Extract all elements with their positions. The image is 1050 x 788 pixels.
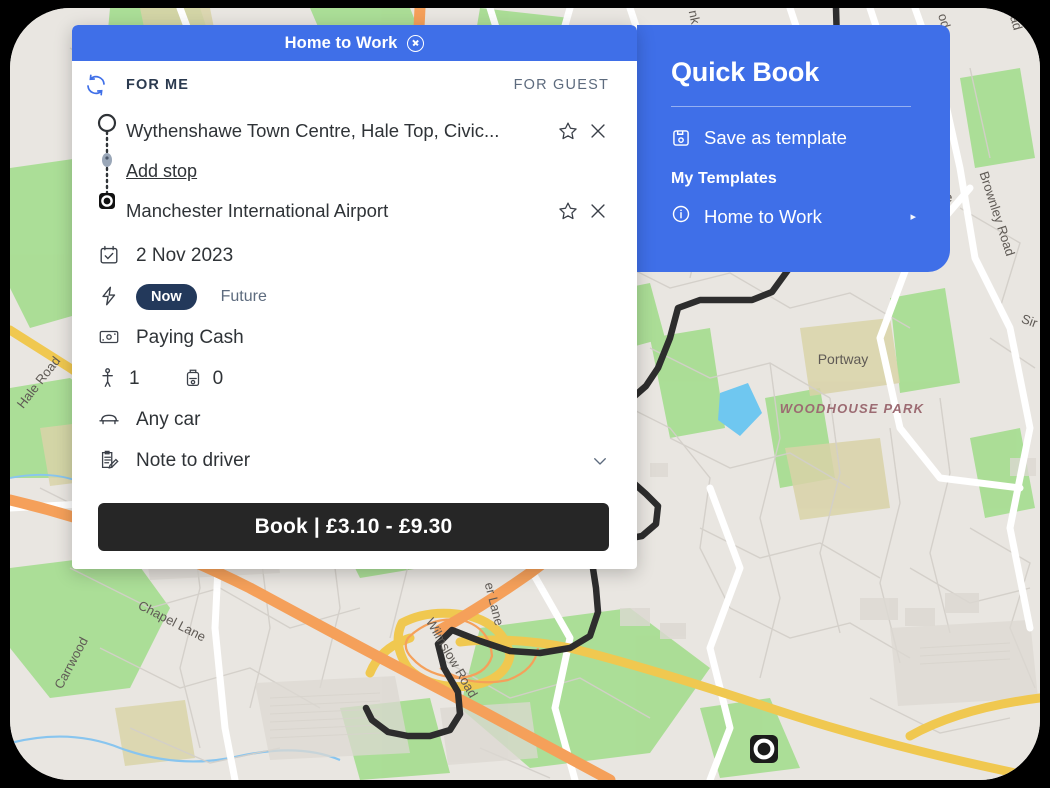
add-stop-row[interactable]: Add stop [126,151,609,191]
tabs-row: FOR ME FOR GUEST [72,61,637,101]
map-label: Wilmslow Road [423,615,481,700]
vehicle-row[interactable]: Any car [72,399,637,440]
pickup-star-icon[interactable] [557,120,579,142]
date-row[interactable]: 2 Nov 2023 [72,235,637,276]
map-label: er Lane [482,581,507,627]
pickup-remove-icon[interactable] [587,120,609,142]
add-stop-label[interactable]: Add stop [126,161,609,182]
panel-body: FOR ME FOR GUEST Wythenshawe Town Centre… [72,61,637,569]
passenger-icon [98,367,122,391]
map-label: Portway [818,351,869,367]
save-as-template-label: Save as template [704,127,847,148]
passengers-row[interactable]: 1 0 [72,358,637,399]
map-label: Chapel Lane [136,598,209,645]
note-label: Note to driver [136,449,251,471]
payment-label: Paying Cash [136,326,244,348]
map-label: Carrwood [51,634,91,691]
quick-book-divider [671,106,911,107]
destination-label: Manchester International Airport [126,200,389,221]
payment-row[interactable]: Paying Cash [72,317,637,358]
vehicle-label: Any car [136,408,201,430]
quick-book-panel: Quick Book Save as template My Templates [637,25,950,272]
route-rail [97,113,117,209]
save-as-template-button[interactable]: Save as template [671,127,922,149]
quick-book-title: Quick Book [671,57,820,87]
luggage-count: 0 [212,367,224,389]
panel-title: Home to Work [284,33,398,52]
timing-now-chip[interactable]: Now [136,283,197,310]
passenger-count: 1 [129,367,140,389]
banknote-icon [98,326,122,350]
panel-titlebar: Home to Work [72,25,637,61]
book-button[interactable]: Book | £3.10 - £9.30 [98,503,609,551]
tab-for-guest[interactable]: FOR GUEST [514,77,609,93]
map-label: Sir [1020,311,1040,331]
clipboard-pen-icon [98,449,122,473]
date-value: 2 Nov 2023 [136,244,234,266]
close-circle-icon[interactable] [407,34,425,52]
booking-panel: Home to Work FOR ME FOR GUEST Wythenshaw… [72,25,637,569]
pickup-row[interactable]: Wythenshawe Town Centre, Hale Top, Civic… [126,111,609,151]
info-circle-icon [671,204,691,229]
destination-remove-icon[interactable] [587,200,609,222]
pickup-label: Wythenshawe Town Centre, Hale Top, Civic… [126,120,500,141]
route-block: Wythenshawe Town Centre, Hale Top, Civic… [72,101,637,235]
lightning-icon [98,285,122,309]
save-disk-icon [671,128,691,148]
timing-row[interactable]: Now Future [72,276,637,317]
template-item-home-to-work[interactable]: Home to Work ▸ [671,204,922,229]
map-label: Brownley Road [977,169,1019,257]
map-label: nk [686,9,704,26]
template-label: Home to Work [704,205,822,227]
map-label: ad [1007,14,1025,32]
map-label: Hale Road [14,353,64,411]
my-templates-heading: My Templates [671,170,777,187]
passenger-count-group[interactable]: 1 [98,367,140,391]
luggage-icon [182,367,206,391]
timing-future-option[interactable]: Future [221,288,267,306]
chevron-down-icon[interactable] [591,452,609,470]
tab-for-me[interactable]: FOR ME [126,77,189,93]
chevron-right-icon[interactable]: ▸ [910,210,922,223]
app-root: Hale Road Carrwood Chapel Lane Wilmslow Roa… [0,0,1050,788]
map-label: WOODHOUSE PARK [780,401,925,416]
luggage-count-group[interactable]: 0 [182,367,224,391]
car-seat-icon [98,408,122,432]
calendar-check-icon [98,244,122,268]
note-row[interactable]: Note to driver [72,440,637,481]
destination-row[interactable]: Manchester International Airport [126,191,609,231]
destination-star-icon[interactable] [557,200,579,222]
